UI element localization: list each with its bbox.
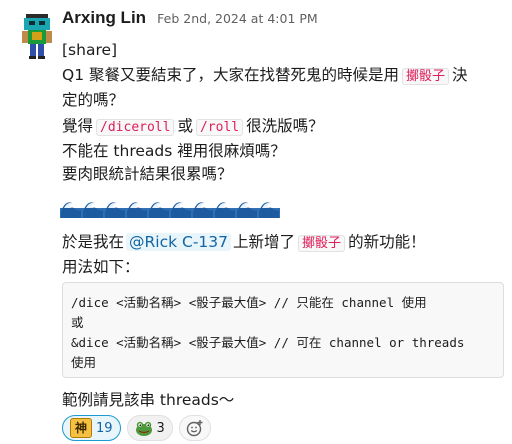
wave-emoji-icon bbox=[104, 202, 126, 218]
message-line: 覺得/diceroll 或/roll 很洗版嗎？ bbox=[62, 114, 324, 140]
wave-emoji-row bbox=[60, 198, 280, 218]
pixel-character-icon bbox=[22, 14, 52, 59]
avatar[interactable] bbox=[20, 12, 54, 60]
message-line: 於是我在 @Rick C-137 上新增了 擲骰子 的新功能！ bbox=[62, 230, 426, 256]
reaction-count: 3 bbox=[156, 420, 165, 436]
wave-emoji-icon bbox=[60, 202, 82, 218]
message-line: 要肉眼統計結果很累嗎？ bbox=[62, 165, 233, 183]
inline-code: /diceroll bbox=[96, 119, 175, 136]
frog-emoji-icon bbox=[135, 421, 152, 436]
closing-line: 範例請見該串 threads～ bbox=[62, 391, 235, 409]
text-segment: 覺得 bbox=[62, 117, 94, 135]
share-line: [share] bbox=[62, 41, 118, 59]
wave-emoji-icon bbox=[214, 202, 236, 218]
message-line: Q1 聚餐又要結束了，大家在找替死鬼的時候是用 擲骰子決 bbox=[62, 63, 468, 89]
wave-emoji-icon bbox=[236, 202, 258, 218]
message-line: 定的嗎？ bbox=[62, 91, 125, 109]
message-line: 用法如下： bbox=[62, 258, 140, 276]
inline-code: 擲骰子 bbox=[402, 68, 450, 85]
wave-emoji-icon bbox=[126, 202, 148, 218]
text-segment: 很洗版嗎？ bbox=[246, 117, 324, 135]
text-segment: 決 bbox=[452, 66, 468, 84]
wave-emoji-icon bbox=[148, 202, 170, 218]
message-header: Arxing Lin Feb 2nd, 2024 at 4:01 PM bbox=[62, 8, 318, 32]
text-segment: 於是我在 bbox=[62, 233, 125, 251]
god-emoji-icon: 神 bbox=[70, 418, 92, 438]
code-line: /dice <活動名稱> <骰子最大值> // 只能在 channel 使用 bbox=[71, 295, 427, 310]
text-segment: Q1 聚餐又要結束了，大家在找替死鬼的時候是用 bbox=[62, 66, 399, 84]
inline-code: /roll bbox=[195, 119, 244, 136]
author-name[interactable]: Arxing Lin bbox=[62, 8, 146, 27]
reaction-count: 19 bbox=[96, 420, 113, 436]
code-block: /dice <活動名稱> <骰子最大值> // 只能在 channel 使用 或… bbox=[62, 282, 504, 378]
user-mention[interactable]: @Rick C-137 bbox=[126, 233, 232, 251]
add-emoji-icon bbox=[186, 420, 203, 437]
add-reaction-button[interactable] bbox=[178, 415, 211, 441]
text-segment: 的新功能！ bbox=[348, 233, 426, 251]
reaction-frog[interactable]: 3 bbox=[126, 415, 173, 441]
wave-emoji-icon bbox=[192, 202, 214, 218]
wave-emoji-icon bbox=[82, 202, 104, 218]
text-segment: 或 bbox=[177, 117, 193, 135]
wave-emoji-icon bbox=[258, 202, 280, 218]
timestamp[interactable]: Feb 2nd, 2024 at 4:01 PM bbox=[157, 11, 318, 26]
code-line: &dice <活動名稱> <骰子最大值> // 可在 channel or th… bbox=[71, 335, 465, 350]
code-line: 或 bbox=[71, 315, 84, 330]
wave-emoji-icon bbox=[170, 202, 192, 218]
inline-code: 擲骰子 bbox=[298, 235, 346, 252]
message-line: 不能在 threads 裡用很麻煩嗎？ bbox=[62, 142, 286, 160]
reaction-god[interactable]: 神 19 bbox=[62, 415, 121, 441]
text-segment: 上新增了 bbox=[233, 233, 296, 251]
reactions-bar: 神 19 3 bbox=[62, 415, 211, 441]
code-line: 使用 bbox=[71, 355, 97, 370]
